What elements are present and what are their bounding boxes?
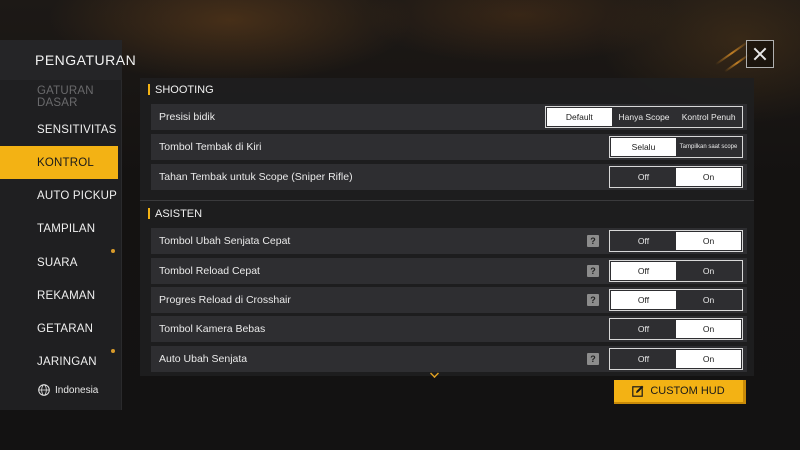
setting-row-kamera-bebas: Tombol Kamera Bebas Off On — [151, 316, 747, 342]
option-off[interactable]: Off — [611, 168, 676, 186]
sidebar-title: PENGATURAN — [0, 40, 136, 80]
help-icon[interactable]: ? — [587, 294, 599, 306]
sidebar-item-kontrol[interactable]: KONTROL — [0, 146, 118, 179]
sidebar-item-label: JARINGAN — [37, 356, 97, 368]
setting-label: Progres Reload di Crosshair — [159, 294, 291, 306]
free-camera-toggle: Off On — [609, 318, 743, 340]
edit-icon — [632, 385, 644, 397]
auto-weapon-switch-toggle: Off On — [609, 348, 743, 370]
option-default[interactable]: Default — [547, 108, 612, 126]
quick-weapon-switch-toggle: Off On — [609, 230, 743, 252]
option-off[interactable]: Off — [611, 350, 676, 368]
sidebar: PENGATURAN GATURAN DASAR SENSITIVITAS KO… — [0, 40, 136, 410]
help-icon[interactable]: ? — [587, 265, 599, 277]
section-header-asisten: ASISTEN — [148, 202, 746, 226]
setting-label: Tombol Ubah Senjata Cepat — [159, 235, 291, 247]
option-off[interactable]: Off — [611, 262, 676, 280]
setting-row-auto-ubah-senjata: Auto Ubah Senjata ? Off On — [151, 346, 747, 372]
setting-row-presisi-bidik: Presisi bidik Default Hanya Scope Kontro… — [151, 104, 747, 130]
setting-label: Auto Ubah Senjata — [159, 353, 248, 365]
hold-fire-scope-toggle: Off On — [609, 166, 743, 188]
setting-row-tahan-tembak-scope: Tahan Tembak untuk Scope (Sniper Rifle) … — [151, 164, 747, 190]
sidebar-item-label: GETARAN — [37, 322, 94, 335]
close-icon[interactable] — [746, 40, 774, 68]
sidebar-item-sensitivitas[interactable]: SENSITIVITAS — [0, 113, 118, 146]
section-title: SHOOTING — [155, 84, 214, 96]
option-hanya-scope[interactable]: Hanya Scope — [612, 108, 677, 126]
sidebar-item-label: GATURAN DASAR — [37, 84, 94, 109]
sidebar-item-pengaturan-dasar[interactable]: GATURAN DASAR — [0, 80, 118, 113]
option-kontrol-penuh[interactable]: Kontrol Penuh — [676, 108, 741, 126]
sidebar-item-label: REKAMAN — [37, 289, 96, 302]
setting-label: Presisi bidik — [159, 111, 216, 123]
option-on[interactable]: On — [676, 291, 741, 309]
setting-row-tombol-tembak-kiri: Tombol Tembak di Kiri Selalu Tampilkan s… — [151, 134, 747, 160]
sidebar-item-auto-pickup[interactable]: AUTO PICKUP — [0, 179, 118, 212]
settings-panel: SHOOTING Presisi bidik Default Hanya Sco… — [140, 78, 754, 376]
reload-progress-toggle: Off On — [609, 289, 743, 311]
setting-label: Tombol Tembak di Kiri — [159, 141, 262, 153]
option-on[interactable]: On — [676, 168, 741, 186]
help-icon[interactable]: ? — [587, 353, 599, 365]
custom-hud-button[interactable]: CUSTOM HUD — [614, 380, 746, 404]
section-header-shooting: SHOOTING — [148, 78, 746, 102]
option-off[interactable]: Off — [611, 320, 676, 338]
option-off[interactable]: Off — [611, 232, 676, 250]
sidebar-item-label: SUARA — [37, 256, 78, 269]
aim-precision-selector: Default Hanya Scope Kontrol Penuh — [545, 106, 743, 128]
option-on[interactable]: On — [676, 262, 741, 280]
globe-icon — [38, 384, 50, 396]
quick-reload-toggle: Off On — [609, 260, 743, 282]
language-selector[interactable]: Indonesia — [38, 384, 98, 396]
section-title: ASISTEN — [155, 208, 203, 220]
sidebar-item-rekaman[interactable]: REKAMAN — [0, 279, 118, 312]
setting-label: Tahan Tembak untuk Scope (Sniper Rifle) — [159, 171, 353, 183]
section-divider — [140, 200, 754, 201]
setting-row-reload-cepat: Tombol Reload Cepat ? Off On — [151, 258, 747, 284]
sidebar-item-label: SENSITIVITAS — [37, 123, 117, 136]
setting-row-ubah-senjata-cepat: Tombol Ubah Senjata Cepat ? Off On — [151, 228, 747, 254]
sidebar-item-jaringan[interactable]: JARINGAN — [0, 356, 118, 370]
language-label: Indonesia — [55, 384, 99, 396]
sidebar-item-tampilan[interactable]: TAMPILAN — [0, 212, 118, 245]
left-fire-button-selector: Selalu Tampilkan saat scope — [609, 136, 743, 158]
setting-label: Tombol Reload Cepat — [159, 265, 260, 277]
custom-hud-label: CUSTOM HUD — [650, 385, 725, 397]
notification-dot — [111, 249, 115, 253]
sidebar-item-label: TAMPILAN — [37, 222, 96, 235]
sidebar-item-getaran[interactable]: GETARAN — [0, 312, 118, 345]
sidebar-item-label: AUTO PICKUP — [37, 189, 117, 202]
option-selalu[interactable]: Selalu — [611, 138, 676, 156]
sidebar-item-label: KONTROL — [37, 156, 94, 169]
option-on[interactable]: On — [676, 232, 741, 250]
sidebar-item-suara[interactable]: SUARA — [0, 246, 118, 279]
help-icon[interactable]: ? — [587, 235, 599, 247]
option-on[interactable]: On — [676, 350, 741, 368]
option-tampilkan-saat-scope[interactable]: Tampilkan saat scope — [676, 138, 741, 156]
notification-dot — [111, 349, 115, 353]
setting-row-progres-reload: Progres Reload di Crosshair ? Off On — [151, 287, 747, 313]
setting-label: Tombol Kamera Bebas — [159, 323, 266, 335]
option-off[interactable]: Off — [611, 291, 676, 309]
option-on[interactable]: On — [676, 320, 741, 338]
